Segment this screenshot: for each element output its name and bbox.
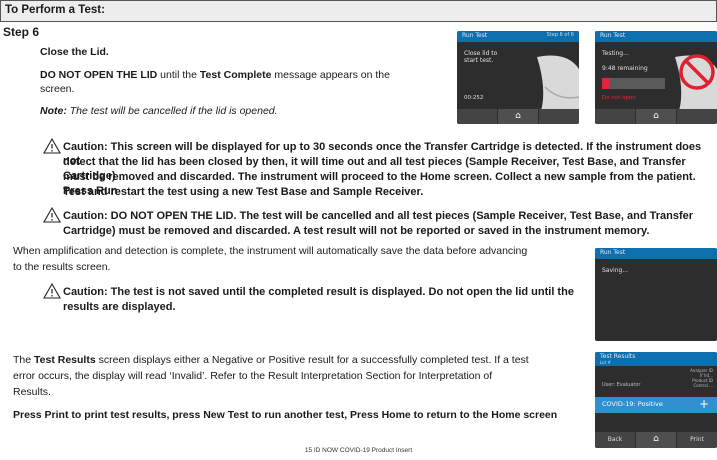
print-button[interactable]: Print (677, 432, 717, 448)
home-icon: ⌂ (653, 111, 659, 121)
print-instructions: Press Print to print test results, press… (13, 409, 558, 421)
amplification-line-1: When amplification and detection is comp… (13, 245, 528, 257)
screen-nav: ⌂ (595, 109, 717, 124)
screen-title-bar: Run Test Step 6 of 6 (457, 31, 579, 42)
home-icon: ⌂ (515, 111, 521, 121)
screen-title-bar: Run Test (595, 248, 717, 259)
instrument-lid-illustration (537, 55, 579, 111)
screen-nav: Back ⌂ Print (595, 432, 717, 448)
caution-1-line-4: Test and restart the test using a new Te… (63, 186, 424, 198)
section-title: To Perform a Test: (5, 4, 105, 16)
section-header: To Perform a Test: (0, 0, 717, 22)
result-meta: Analyzer ID If hit... Product ID Control… (690, 368, 713, 388)
run-test-saving-screen: Run Test Saving... (595, 248, 717, 341)
warning-triangle-icon (43, 207, 61, 223)
close-lid-text: Close the Lid. (40, 46, 109, 58)
run-test-close-lid-screen: Run Test Step 6 of 6 Close lid to start … (457, 31, 579, 124)
do-not-open-line2: screen. (40, 83, 75, 95)
back-button[interactable]: Back (595, 432, 636, 448)
page-footer: 15 ID NOW COVID-19 Product Insert (304, 447, 413, 454)
run-test-testing-screen: Run Test Testing... 9:48 remaining Do no… (595, 31, 717, 124)
no-entry-icon (679, 54, 715, 90)
do-not-open-text: DO NOT OPEN THE LID until the Test Compl… (40, 69, 390, 81)
home-button[interactable]: ⌂ (498, 109, 539, 124)
home-button[interactable]: ⌂ (636, 109, 677, 124)
home-button[interactable]: ⌂ (636, 432, 677, 448)
note-text: Note: The test will be cancelled if the … (40, 105, 278, 117)
screen-title-bar: Test Results Lot # (595, 352, 717, 366)
result-value: COVID-19: Positive (602, 400, 663, 408)
amplification-line-2: to the results screen. (13, 261, 111, 273)
caution-2-line-2: Cartridge) must be removed and discarded… (63, 225, 650, 237)
home-icon: ⌂ (653, 434, 659, 444)
screen-title-bar: Run Test (595, 31, 717, 42)
caution-2-line-1: Caution: DO NOT OPEN THE LID. The test w… (63, 210, 694, 222)
step-label: Step 6 (3, 25, 40, 39)
results-line-1: The Test Results screen displays either … (13, 354, 529, 366)
screen-nav: ⌂ (457, 109, 579, 124)
test-results-screen: Test Results Lot # User: Evaluator Analy… (595, 352, 717, 448)
warning-triangle-icon (43, 283, 61, 299)
warning-triangle-icon (43, 138, 61, 154)
results-line-2: error occurs, the display will read ‘Inv… (13, 370, 493, 382)
progress-fill (602, 78, 610, 89)
result-bar[interactable]: COVID-19: Positive + (595, 397, 717, 413)
results-line-3: Results. (13, 386, 51, 398)
caution-3-line-2: results are displayed. (63, 301, 176, 313)
expand-plus-icon[interactable]: + (699, 397, 709, 411)
caution-3-line-1: Caution: The test is not saved until the… (63, 286, 574, 298)
progress-bar (602, 78, 665, 89)
